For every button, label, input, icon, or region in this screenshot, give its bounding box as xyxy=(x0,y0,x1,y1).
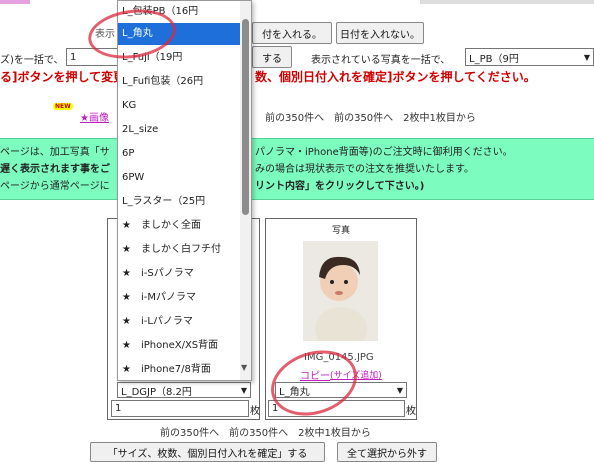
bulk-size-value: L_PB（9円 xyxy=(469,53,519,65)
dropdown-option[interactable]: ★ iPhoneX/XS背面 xyxy=(118,335,240,357)
dropdown-option[interactable]: ★ ましかく全面 xyxy=(118,215,240,237)
dropdown-option[interactable]: ★ i-Mパノラマ xyxy=(118,287,240,309)
left-size-select[interactable]: L_DGJP（8.2円 ▼ xyxy=(117,382,251,398)
chevron-down-icon: ▼ xyxy=(240,385,247,395)
instruction-left: る]ボタンを押して変更 xyxy=(0,70,126,84)
notice-line3-prefix: ページから通常ページに xyxy=(0,181,110,192)
dropdown-option[interactable]: ★ i-Lパノラマ xyxy=(118,311,240,333)
photo-thumbnail[interactable] xyxy=(303,241,378,341)
bulk-label-right: 表示されている写真を一括で、 xyxy=(311,55,451,66)
photo-header: 写真 xyxy=(332,226,351,236)
dropdown-option[interactable]: 6PW xyxy=(118,167,240,189)
right-qty-unit: 枚 xyxy=(406,406,416,417)
dropdown-option[interactable]: L_Fufi包装（26円 xyxy=(118,71,240,93)
dropdown-scrollbar[interactable]: ▼ xyxy=(240,1,251,380)
date-on-button[interactable]: 付を入れる。 xyxy=(252,22,332,44)
dropdown-option[interactable]: ★ ましかく白フチ付 xyxy=(118,239,240,261)
left-qty-input[interactable]: 1 xyxy=(111,400,249,417)
pager-top: 前の350件へ 前の350件へ 2枚中1枚目から xyxy=(265,113,476,124)
dropdown-option[interactable]: L_ラスター（25円 xyxy=(118,191,240,213)
notice-box: ページは、加工写真「サ パノラマ・iPhone背面等)のご注文時に御利用ください… xyxy=(0,138,594,200)
notice-line1-prefix: ページは、加工写真「サ xyxy=(0,147,110,158)
dropdown-option[interactable]: ★ i-Sパノラマ xyxy=(118,263,240,285)
notice-line2-suffix: みの場合は現状表示での注文を推奨いたします。 xyxy=(255,164,474,175)
instruction-right: 数、個別日付入れを確定]ボタンを押してください。 xyxy=(255,70,536,84)
date-off-button[interactable]: 日付を入れない。 xyxy=(336,22,424,44)
left-size-value: L_DGJP（8.2円 xyxy=(121,386,192,398)
confirm-button[interactable]: 「サイズ、枚数、個別日付入れを確定」する xyxy=(90,442,325,462)
apply-button[interactable]: する xyxy=(252,46,292,68)
dropdown-option[interactable]: KG xyxy=(118,95,240,117)
left-qty-unit: 枚 xyxy=(250,406,260,417)
pager-bottom: 前の350件へ 前の350件へ 2枚中1枚目から xyxy=(160,428,371,439)
notice-line1-suffix: パノラマ・iPhone背面等)のご注文時に御利用ください。 xyxy=(255,147,513,158)
dropdown-option[interactable]: 6P xyxy=(118,143,240,165)
notice-line3-suffix: リント内容」をクリックして下さい。) xyxy=(255,181,425,192)
top-strip-pink xyxy=(0,0,30,4)
new-badge: NEW xyxy=(53,103,73,110)
baby-photo-image xyxy=(303,241,378,341)
notice-line2-prefix: 遅く表示されます事をご xyxy=(0,164,110,175)
dropdown-option[interactable]: ★ iPhone7/8背面 xyxy=(118,359,240,380)
image-link[interactable]: ★画像 xyxy=(80,109,109,124)
bulk-label-left: ズ)を一括で、 xyxy=(0,55,64,66)
top-strip-gray xyxy=(420,0,594,4)
deselect-all-button[interactable]: 全て選択から外す xyxy=(337,442,437,462)
chevron-down-icon: ▼ xyxy=(396,385,403,395)
dropdown-option[interactable]: 2L_size xyxy=(118,119,240,141)
chevron-down-icon: ▼ xyxy=(583,52,590,62)
scrollbar-thumb[interactable] xyxy=(242,19,249,215)
bulk-size-select[interactable]: L_PB（9円 ▼ xyxy=(465,48,594,66)
scroll-down-icon[interactable]: ▼ xyxy=(241,363,247,372)
